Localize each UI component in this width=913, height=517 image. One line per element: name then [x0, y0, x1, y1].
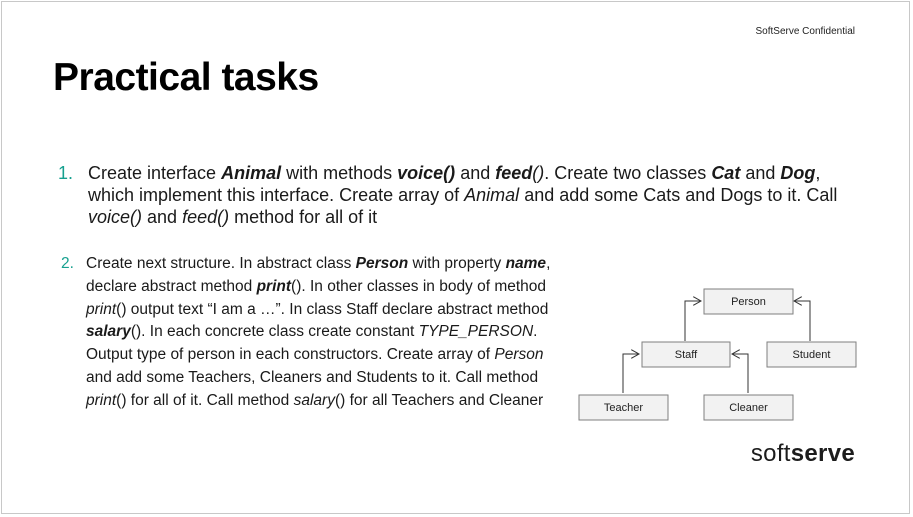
text-run: with methods — [281, 163, 398, 183]
text-run: (). In each concrete class create consta… — [130, 323, 419, 341]
text-run: (). In other classes in body of method — [291, 277, 547, 295]
text-run: and — [142, 207, 183, 227]
logo-soft: soft — [750, 440, 791, 467]
page-title: Practical tasks — [53, 56, 319, 99]
class-name: Cat — [711, 163, 741, 183]
task-2-text: Create next structure. In abstract class… — [86, 253, 561, 413]
person-label: Person — [731, 296, 766, 308]
text-run: and add some Teachers, Cleaners and Stud… — [86, 368, 539, 386]
task-1: 1. Create interface Animal with methods … — [58, 162, 848, 228]
task-2: 2. Create next structure. In abstract cl… — [61, 253, 561, 413]
text-run: () for all of it. Call method — [116, 391, 294, 409]
cleaner-to-staff-arrow — [732, 354, 749, 393]
class-name: Animal — [464, 185, 520, 205]
slide: SoftServe Confidential Practical tasks 1… — [1, 1, 910, 514]
method-name: salary — [86, 323, 131, 341]
student-label: Student — [793, 349, 831, 361]
logo-serve: serve — [790, 440, 855, 467]
class-name: Animal — [221, 163, 282, 183]
method-name: voice() — [88, 207, 143, 227]
method-name: salary — [293, 391, 335, 409]
text-run: and — [455, 163, 496, 183]
constant-name: TYPE_PERSON — [418, 323, 534, 341]
text-run: method for all of it — [229, 207, 378, 227]
property-name: name — [505, 255, 547, 272]
task-2-number: 2. — [61, 255, 74, 272]
person-box: Person — [703, 288, 794, 315]
method-name: feed() — [182, 207, 230, 227]
method-name: print — [86, 391, 117, 409]
text-run: with property — [408, 255, 506, 272]
student-to-person-arrow — [794, 301, 811, 341]
task-1-number: 1. — [58, 163, 74, 183]
confidential-label: SoftServe Confidential — [755, 26, 855, 37]
teacher-label: Teacher — [604, 402, 643, 414]
method-name: voice() — [397, 163, 456, 183]
staff-to-person-arrow — [684, 301, 701, 341]
staff-label: Staff — [675, 349, 698, 361]
text-run: Create next structure. In abstract class — [86, 255, 356, 272]
text-run: () for all Teachers and Cleaner — [334, 391, 544, 409]
method-name: feed — [495, 163, 533, 183]
teacher-to-staff-arrow — [622, 354, 639, 393]
class-hierarchy-diagram: Person Staff Student Teacher Cleaner — [578, 288, 857, 421]
cleaner-label: Cleaner — [729, 402, 768, 414]
text-run: . Create two classes — [544, 163, 712, 183]
staff-box: Staff — [641, 341, 731, 368]
student-box: Student — [766, 341, 857, 368]
teacher-box: Teacher — [578, 394, 669, 421]
text-run: and — [740, 163, 781, 183]
class-name: Person — [355, 255, 409, 272]
class-name: Person — [494, 346, 544, 364]
text-run: and add some Cats and Dogs to it. Call — [519, 185, 838, 205]
cleaner-box: Cleaner — [703, 394, 794, 421]
method-name: print — [86, 300, 117, 318]
text-run: Create interface — [88, 163, 222, 183]
softserve-logo: softserve — [751, 440, 855, 468]
text-run: () output text “I am a …”. In class Staf… — [116, 300, 549, 318]
task-1-text: Create interface Animal with methods voi… — [88, 162, 848, 228]
class-name: Dog — [780, 163, 816, 183]
method-name: print — [256, 277, 292, 295]
text-run: () — [532, 163, 545, 183]
